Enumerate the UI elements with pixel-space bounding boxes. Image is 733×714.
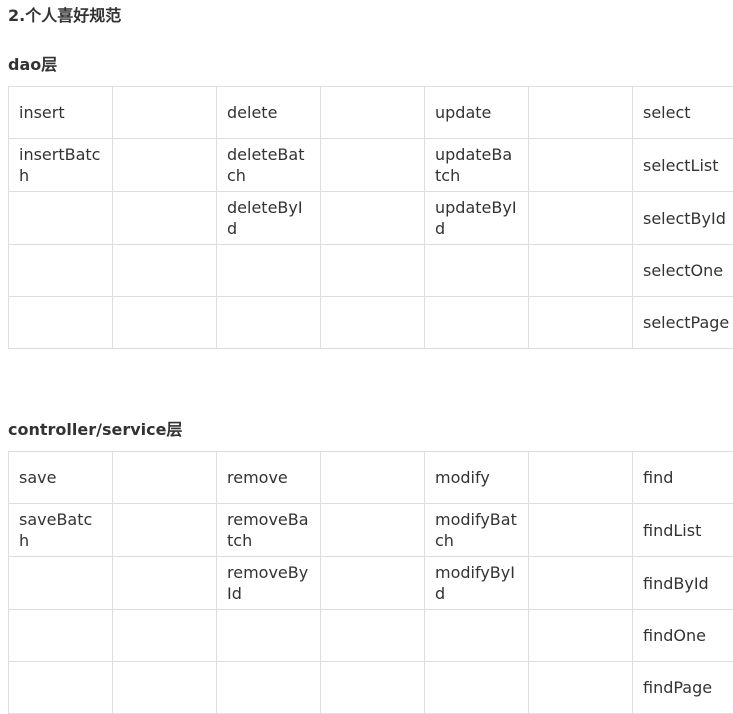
table-cell <box>217 245 321 297</box>
table-cell <box>9 557 113 610</box>
table-row: findOne <box>9 610 733 662</box>
table-cell <box>321 139 425 192</box>
table-cell <box>113 452 217 504</box>
table-cell <box>9 192 113 245</box>
table-cell <box>113 504 217 557</box>
table-cell <box>113 139 217 192</box>
table-cell <box>321 610 425 662</box>
table-cell: modify <box>425 452 529 504</box>
table-cell <box>529 192 633 245</box>
table-cell: modifyById <box>425 557 529 610</box>
table-cell <box>321 452 425 504</box>
table-cell: updateById <box>425 192 529 245</box>
table-cell <box>529 139 633 192</box>
table-cell <box>321 245 425 297</box>
table-cell: insert <box>9 87 113 139</box>
table-row: insert delete update select <box>9 87 733 139</box>
table-cell: modifyBatch <box>425 504 529 557</box>
table-cell: updateBatch <box>425 139 529 192</box>
table-cell: findOne <box>633 610 733 662</box>
controller-service-naming-table: save remove modify find saveBatch remove… <box>8 451 733 714</box>
table-cell <box>529 610 633 662</box>
table-row: findPage <box>9 662 733 714</box>
table-cell <box>321 504 425 557</box>
table-cell <box>113 662 217 714</box>
table-cell <box>529 297 633 349</box>
table-row: saveBatch removeBatch modifyBatch findLi… <box>9 504 733 557</box>
table-cell: selectList <box>633 139 733 192</box>
table-row: selectOne <box>9 245 733 297</box>
table-cell: update <box>425 87 529 139</box>
table-cell <box>425 297 529 349</box>
table-cell <box>321 557 425 610</box>
table-cell: selectOne <box>633 245 733 297</box>
table-row: insertBatch deleteBatch updateBatch sele… <box>9 139 733 192</box>
table-cell <box>217 662 321 714</box>
table-cell <box>113 87 217 139</box>
table-cell <box>113 610 217 662</box>
table-cell <box>321 192 425 245</box>
table-row: deleteById updateById selectById <box>9 192 733 245</box>
table-cell <box>425 610 529 662</box>
table-cell <box>529 245 633 297</box>
table-cell <box>9 610 113 662</box>
table-cell: removeById <box>217 557 321 610</box>
table-row: removeById modifyById findById <box>9 557 733 610</box>
table-cell <box>113 245 217 297</box>
table-cell <box>9 245 113 297</box>
table-cell: deleteById <box>217 192 321 245</box>
table-cell <box>113 297 217 349</box>
table-cell <box>425 245 529 297</box>
table-cell: save <box>9 452 113 504</box>
table-cell: saveBatch <box>9 504 113 557</box>
table-row: save remove modify find <box>9 452 733 504</box>
table-cell: insertBatch <box>9 139 113 192</box>
table-cell: select <box>633 87 733 139</box>
table-cell <box>529 87 633 139</box>
table-cell: removeBatch <box>217 504 321 557</box>
table-cell: remove <box>217 452 321 504</box>
table-row: selectPage <box>9 297 733 349</box>
controller-service-layer-heading: controller/service层 <box>8 416 182 440</box>
table-cell <box>529 452 633 504</box>
table-cell <box>321 297 425 349</box>
table-cell: findById <box>633 557 733 610</box>
table-cell <box>9 662 113 714</box>
table-cell: selectPage <box>633 297 733 349</box>
table-cell: findList <box>633 504 733 557</box>
table-cell <box>217 297 321 349</box>
table-cell <box>425 662 529 714</box>
table-cell: find <box>633 452 733 504</box>
dao-layer-heading: dao层 <box>8 51 57 75</box>
table-cell <box>529 557 633 610</box>
table-cell <box>321 87 425 139</box>
section-title: 2.个人喜好规范 <box>8 2 121 26</box>
table-cell: deleteBatch <box>217 139 321 192</box>
table-cell: delete <box>217 87 321 139</box>
dao-naming-table: insert delete update select insertBatch … <box>8 86 733 349</box>
table-cell: selectById <box>633 192 733 245</box>
table-cell <box>113 192 217 245</box>
table-cell <box>113 557 217 610</box>
table-cell <box>9 297 113 349</box>
table-cell <box>321 662 425 714</box>
table-cell <box>529 662 633 714</box>
table-cell: findPage <box>633 662 733 714</box>
table-cell <box>217 610 321 662</box>
table-cell <box>529 504 633 557</box>
